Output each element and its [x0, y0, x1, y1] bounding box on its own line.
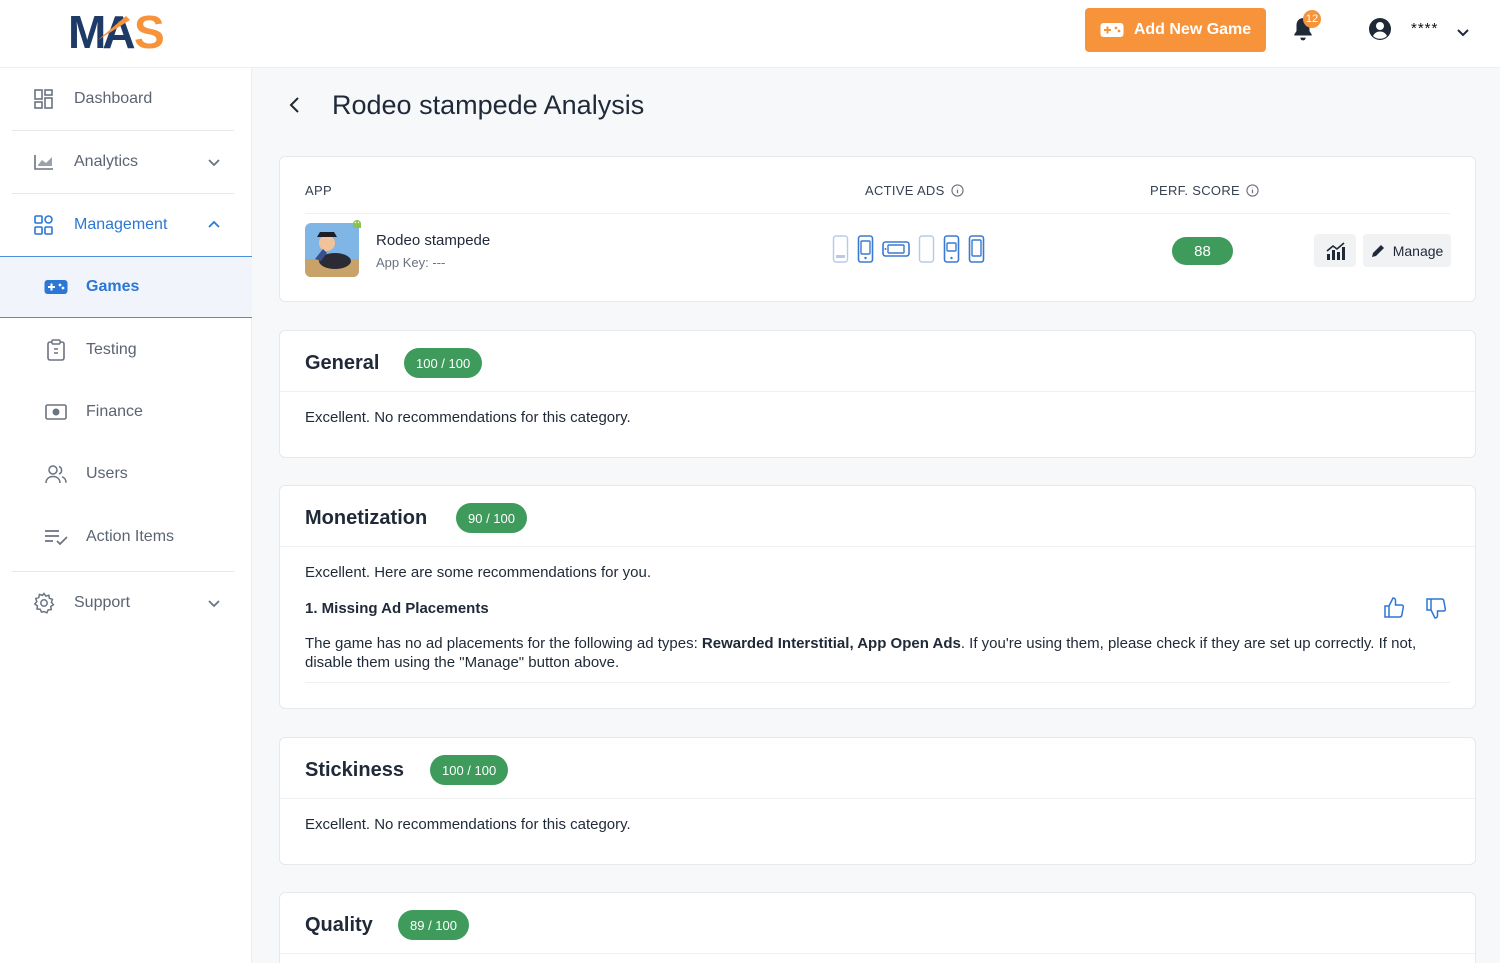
info-icon[interactable]	[1246, 184, 1259, 197]
gamepad-icon	[1100, 23, 1124, 37]
column-header-label: PERF. SCORE	[1150, 183, 1240, 198]
banner-icon	[832, 235, 849, 263]
category-title: Stickiness	[305, 759, 404, 781]
gamepad-icon	[44, 275, 68, 299]
sidebar-item-dashboard[interactable]: Dashboard	[12, 68, 234, 130]
category-title: Monetization	[305, 507, 428, 529]
checklist-icon	[44, 525, 68, 549]
chevron-down-icon[interactable]	[206, 154, 222, 170]
sidebar-item-label: Management	[74, 216, 168, 233]
notification-badge: 12	[1303, 10, 1321, 28]
clipboard-icon	[44, 338, 68, 362]
chevron-down-icon[interactable]	[1455, 24, 1471, 40]
user-name[interactable]: ****	[1411, 20, 1438, 37]
category-score-badge: 100 / 100	[430, 755, 509, 785]
sidebar-item-action-items[interactable]: Action Items	[0, 506, 252, 568]
gear-icon	[32, 591, 56, 615]
sidebar-item-users[interactable]: Users	[0, 443, 252, 505]
management-icon	[32, 213, 56, 237]
recommendation-text: The game has no ad placements for the fo…	[305, 635, 702, 652]
top-bar: MA S Add New Game 12 ****	[0, 0, 1500, 68]
column-header-label: APP	[305, 183, 332, 198]
bar-chart-icon	[1326, 241, 1345, 260]
sidebar-item-label: Games	[86, 278, 140, 295]
add-new-game-label: Add New Game	[1133, 21, 1252, 38]
sidebar-item-support[interactable]: Support	[12, 572, 234, 634]
chevron-up-icon[interactable]	[206, 217, 222, 233]
manage-button[interactable]: Manage	[1363, 234, 1451, 267]
category-card-general: General 100 / 100 Excellent. No recommen…	[279, 330, 1476, 458]
sidebar-item-label: Action Items	[86, 528, 175, 545]
recommendation-body: The game has no ad placements for the fo…	[305, 634, 1435, 672]
chevron-down-icon[interactable]	[206, 595, 222, 611]
pencil-icon	[1371, 244, 1384, 257]
category-title: General	[305, 352, 380, 374]
thumbs-up-icon[interactable]	[1382, 596, 1406, 620]
dashboard-icon	[32, 87, 56, 111]
divider	[280, 798, 1475, 799]
sidebar-item-label: Testing	[86, 341, 137, 358]
category-summary: Excellent. Here are some recommendations…	[305, 564, 651, 581]
android-icon	[353, 220, 361, 228]
sidebar: Dashboard Analytics Management Games Tes…	[0, 68, 252, 963]
native-icon	[918, 235, 935, 263]
divider	[305, 213, 1450, 214]
perf-score-badge: 88	[1172, 237, 1233, 265]
app-summary-card: APP ACTIVE ADS PERF. SCORE Rodeo stamped…	[279, 156, 1476, 302]
analytics-icon	[32, 150, 56, 174]
category-score-badge: 100 / 100	[404, 348, 483, 378]
mas-logo[interactable]: MA S	[68, 10, 180, 52]
analytics-chart-button[interactable]	[1314, 234, 1356, 267]
svg-text:S: S	[134, 10, 163, 52]
sidebar-item-label: Dashboard	[74, 90, 153, 107]
recommendation-ad-types: Rewarded Interstitial, App Open Ads	[701, 635, 961, 652]
info-icon[interactable]	[950, 184, 964, 197]
category-score-badge: 89 / 100	[398, 910, 469, 940]
category-card-monetization: Monetization 90 / 100 Excellent. Here ar…	[279, 485, 1476, 709]
column-header-label: ACTIVE ADS	[865, 183, 945, 198]
add-new-game-button[interactable]: Add New Game	[1085, 8, 1266, 52]
user-avatar-icon[interactable]	[1368, 17, 1392, 41]
category-summary: Excellent. No recommendations for this c…	[305, 409, 631, 426]
category-summary: Excellent. No recommendations for this c…	[305, 816, 631, 833]
category-card-quality: Quality 89 / 100	[279, 892, 1476, 963]
sidebar-item-management[interactable]: Management	[12, 194, 234, 256]
divider	[280, 391, 1475, 392]
app-key: App Key: ---	[376, 255, 446, 270]
mrec-icon	[943, 235, 960, 263]
column-header-app: APP	[305, 183, 332, 198]
sidebar-item-testing[interactable]: Testing	[0, 319, 252, 381]
svg-text:MA: MA	[68, 10, 134, 52]
active-ads-list	[832, 235, 985, 263]
thumbs-down-icon[interactable]	[1424, 596, 1448, 620]
divider	[280, 953, 1475, 954]
category-card-stickiness: Stickiness 100 / 100 Excellent. No recom…	[279, 737, 1476, 865]
sidebar-item-finance[interactable]: Finance	[0, 381, 252, 443]
recommendation-title: 1. Missing Ad Placements	[305, 600, 489, 617]
cash-icon	[44, 400, 68, 424]
app-icon-rodeo-stampede	[305, 223, 359, 277]
rewarded-icon	[882, 241, 910, 257]
app-name: Rodeo stampede	[376, 232, 491, 249]
app-open-icon	[968, 235, 985, 263]
sidebar-item-label: Users	[86, 465, 128, 482]
sidebar-item-analytics[interactable]: Analytics	[12, 131, 234, 193]
page-title: Rodeo stampede Analysis	[332, 90, 645, 120]
interstitial-icon	[857, 235, 874, 263]
divider	[305, 682, 1450, 683]
column-header-perf-score: PERF. SCORE	[1150, 183, 1259, 198]
sidebar-item-label: Support	[74, 594, 131, 611]
sidebar-item-label: Analytics	[74, 153, 139, 170]
sidebar-item-games[interactable]: Games	[0, 256, 252, 318]
category-title: Quality	[305, 914, 373, 936]
divider	[280, 546, 1475, 547]
users-icon	[44, 462, 68, 486]
back-arrow-icon[interactable]	[284, 94, 306, 116]
column-header-active-ads: ACTIVE ADS	[865, 183, 964, 198]
category-score-badge: 90 / 100	[456, 503, 527, 533]
sidebar-item-label: Finance	[86, 403, 143, 420]
manage-label: Manage	[1392, 242, 1444, 259]
